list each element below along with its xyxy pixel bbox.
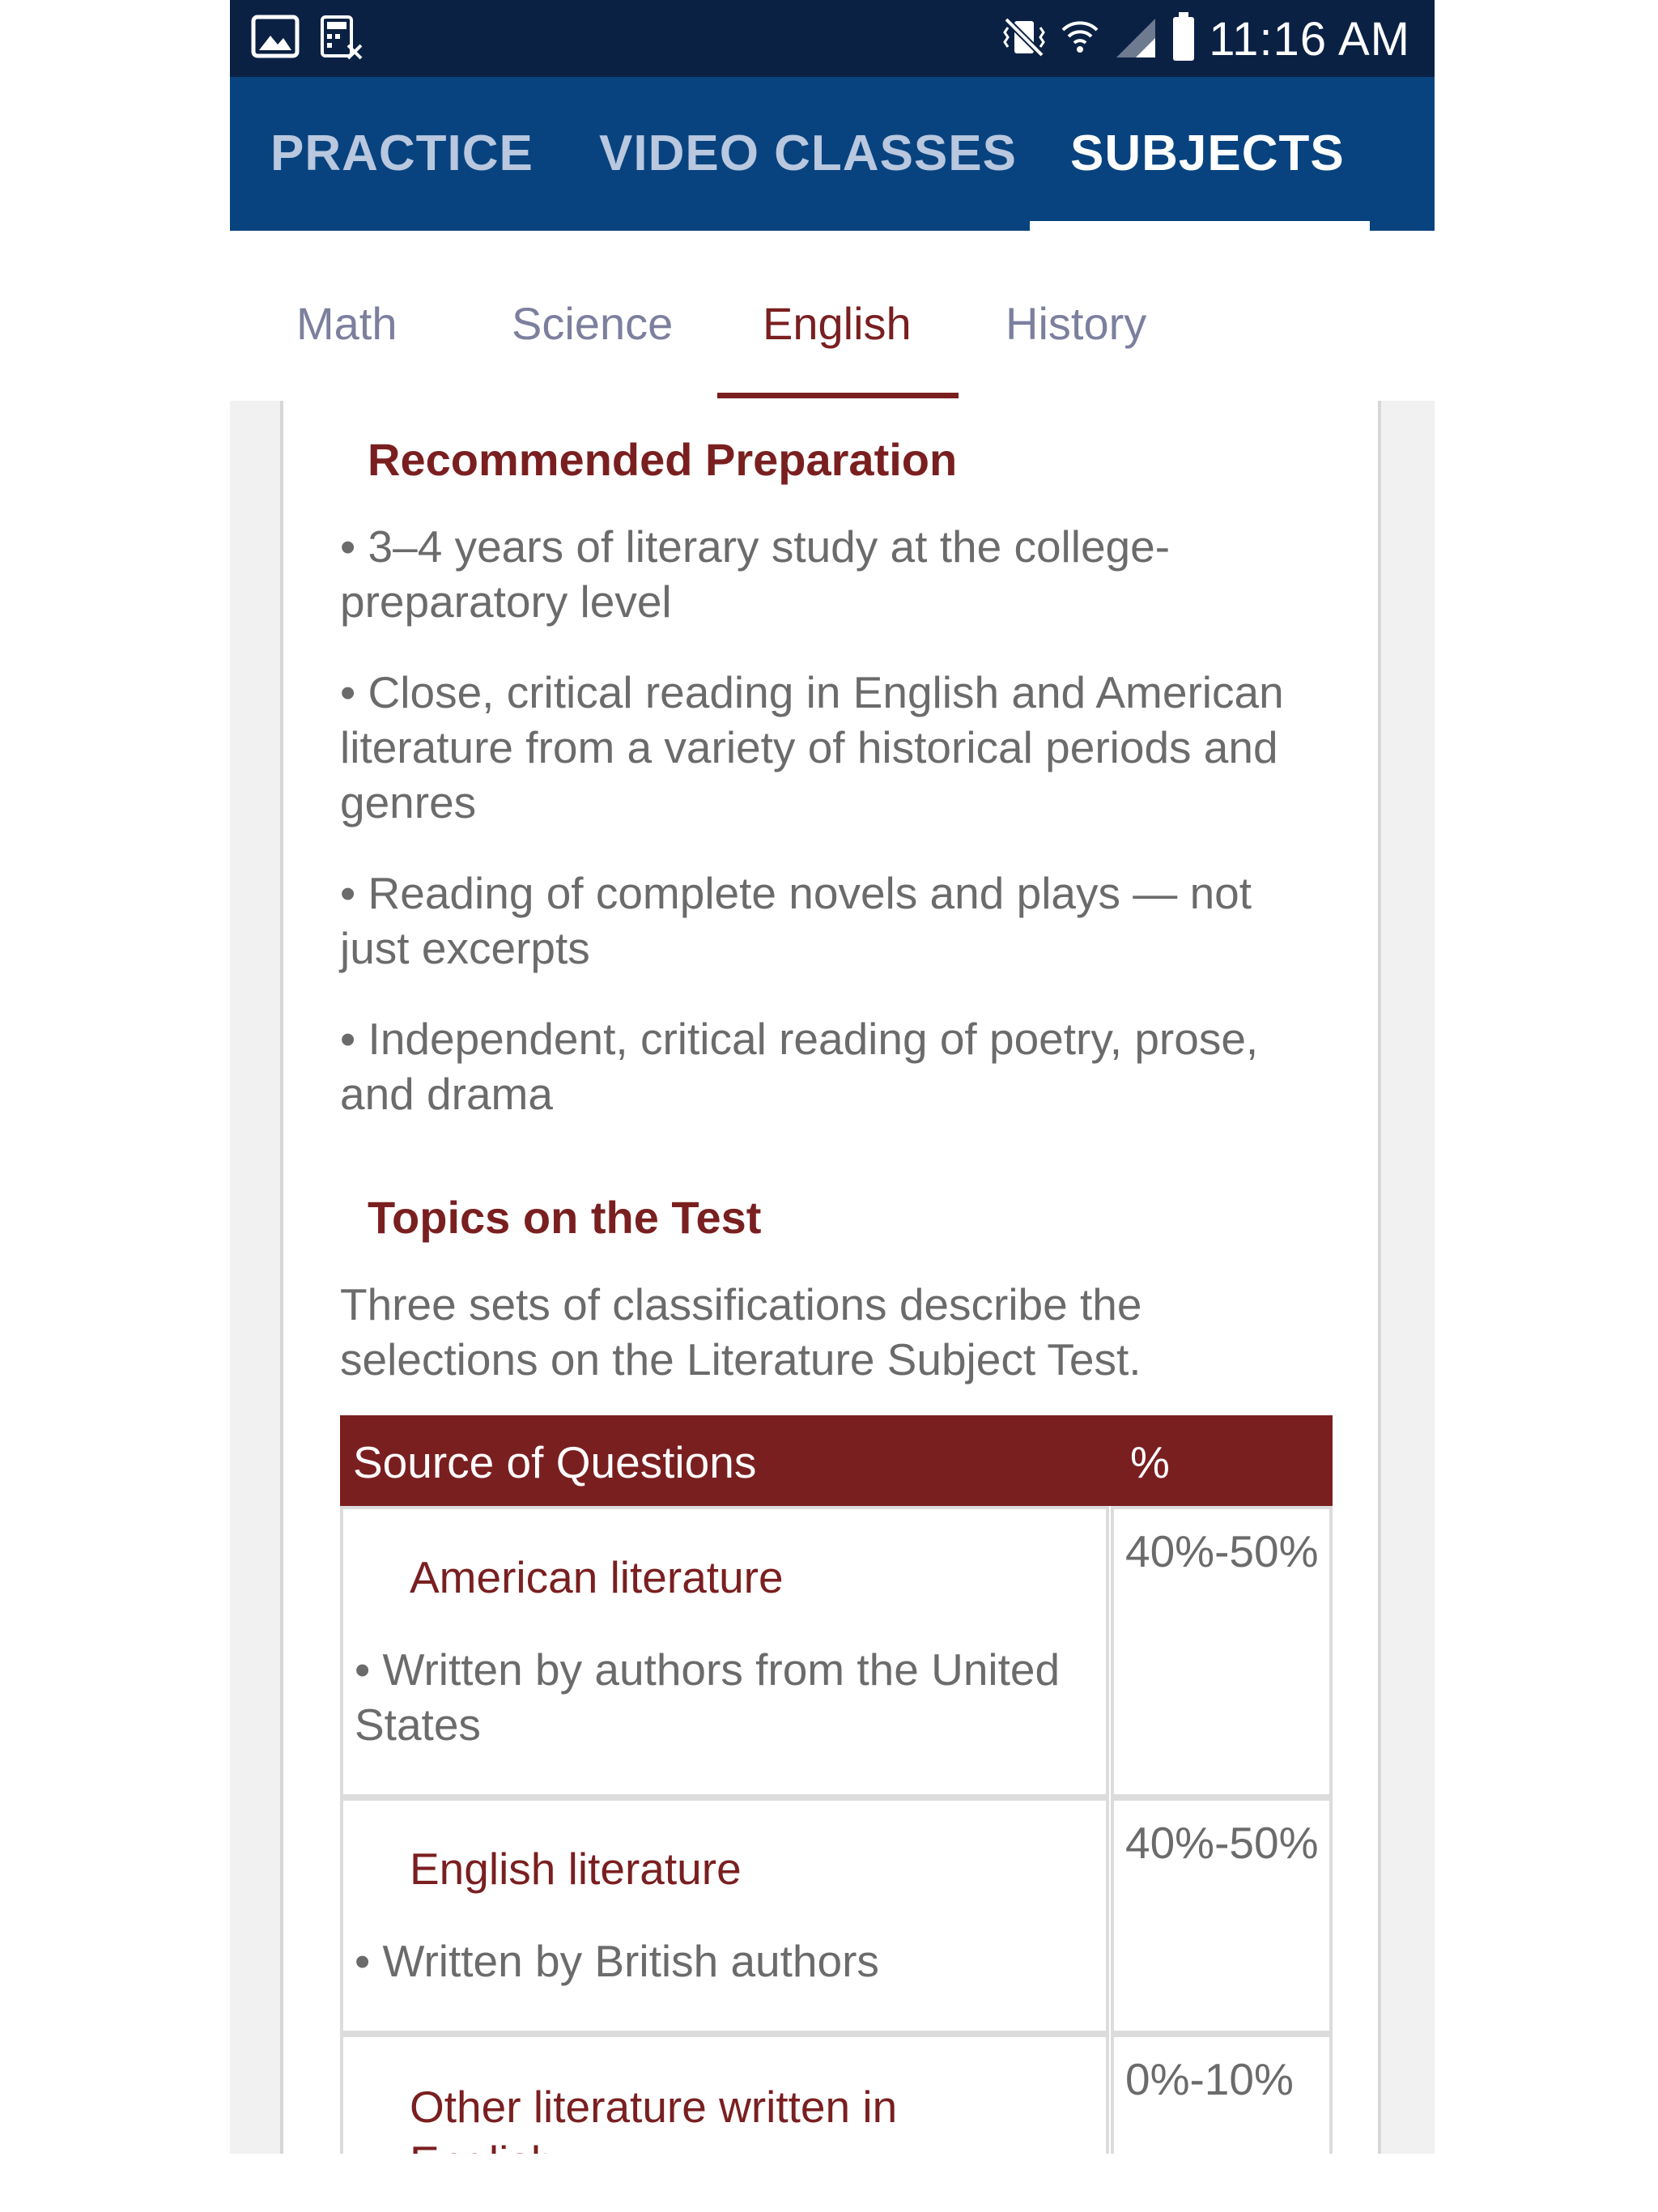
battery-icon (1171, 11, 1196, 66)
vibrate-icon (1001, 15, 1047, 64)
table-header: Source of Questions % (340, 1415, 1333, 1506)
tab-subjects[interactable]: SUBJECTS (1070, 77, 1345, 231)
subject-tab-bar: Math Science English History (230, 231, 1435, 401)
source-description: • Written by British authors (355, 1936, 879, 1986)
table-row: American literature • Written by authors… (340, 1506, 1333, 1797)
recommended-item: • Reading of complete novels and plays —… (340, 868, 1252, 973)
column-header-source: Source of Questions (353, 1437, 757, 1487)
recommended-item: • Close, critical reading in English and… (340, 667, 1284, 827)
status-bar: 11:16 AM (230, 0, 1435, 77)
tab-video-classes[interactable]: VIDEO CLASSES (599, 77, 1017, 231)
table-row: Other literature written in English 0%-1… (340, 2034, 1333, 2154)
source-cell: Other literature written in English (340, 2034, 1109, 2154)
source-name: English literature (410, 1844, 742, 1894)
active-tab-indicator (1030, 221, 1370, 231)
recommended-item: • 3–4 years of literary study at the col… (340, 521, 1171, 627)
status-time: 11:16 AM (1209, 12, 1410, 66)
topics-intro: Three sets of classifications describe t… (340, 1279, 1142, 1385)
source-cell: American literature • Written by authors… (340, 1506, 1109, 1797)
image-icon (251, 15, 300, 66)
recommended-item: • Independent, critical reading of poetr… (340, 1014, 1259, 1119)
tab-practice[interactable]: PRACTICE (270, 77, 534, 231)
subject-tab-indicator (717, 393, 959, 398)
topics-heading: Topics on the Test (368, 1192, 762, 1243)
subject-tab-math[interactable]: Math (296, 297, 397, 350)
source-name: American literature (410, 1552, 784, 1602)
phone-screen: 11:16 AM PRACTICE VIDEO CLASSES SUBJECTS… (230, 0, 1435, 2154)
signal-icon (1113, 15, 1158, 63)
percent-cell: 40%-50% (1111, 1506, 1333, 1797)
percent-cell: 0%-10% (1111, 2034, 1333, 2154)
percent-cell: 40%-50% (1111, 1797, 1333, 2034)
subject-tab-history[interactable]: History (1005, 297, 1146, 350)
source-description: • Written by authors from the United Sta… (355, 1644, 1061, 1750)
percent-value: 40%-50% (1125, 1818, 1319, 1868)
percent-value: 40%-50% (1125, 1526, 1319, 1576)
subject-tab-science[interactable]: Science (512, 297, 673, 350)
source-name: Other literature written in English (410, 2082, 898, 2154)
source-cell: English literature • Written by British … (340, 1797, 1109, 2034)
subject-tab-english[interactable]: English (763, 297, 912, 350)
content-card: Recommended Preparation • 3–4 years of l… (280, 401, 1381, 2154)
app-tab-bar: PRACTICE VIDEO CLASSES SUBJECTS (230, 77, 1435, 231)
content-panel[interactable]: Recommended Preparation • 3–4 years of l… (230, 401, 1435, 2154)
recommended-heading: Recommended Preparation (368, 434, 958, 485)
percent-value: 0%-10% (1125, 2054, 1294, 2104)
calculator-icon (319, 15, 364, 66)
column-header-percent: % (1130, 1437, 1170, 1487)
wifi-icon (1060, 17, 1100, 62)
table-row: English literature • Written by British … (340, 1797, 1333, 2034)
